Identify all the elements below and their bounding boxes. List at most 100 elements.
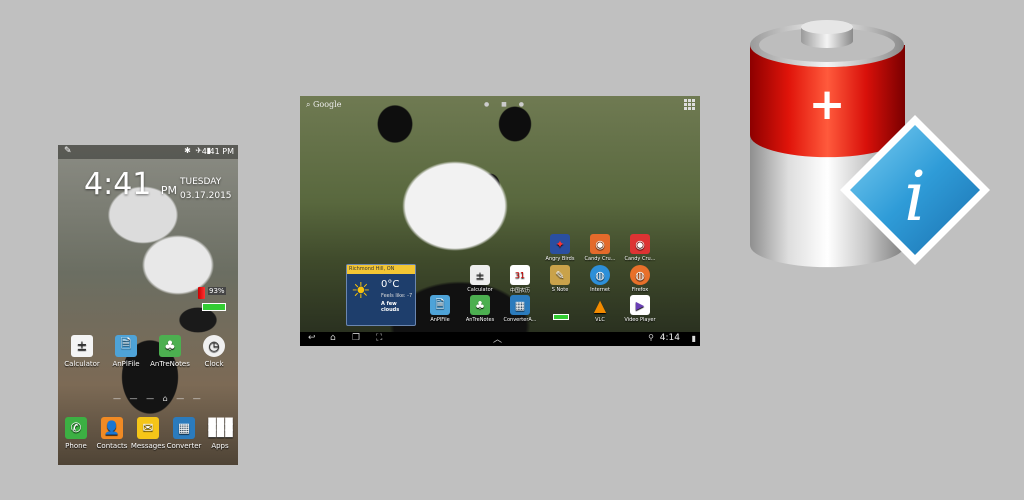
phone-icon: ✆: [65, 417, 87, 439]
tablet-app-candy-crush[interactable]: ◉ Candy Cru...: [580, 234, 620, 262]
wifi-battery-icon: ▮: [691, 334, 696, 343]
app-label: VLC: [595, 317, 605, 323]
tablet-app-calendar[interactable]: 31 中国农历: [500, 265, 540, 294]
messages-icon: ✉: [137, 417, 159, 439]
app-label: Candy Cru...: [584, 256, 616, 262]
info-letter: i: [904, 158, 926, 237]
app-label: Messages: [130, 442, 166, 450]
battery-widget[interactable]: 93%: [198, 285, 228, 311]
phone-date-widget: TUESDAY 03.17.2015: [180, 175, 232, 203]
s-note-icon: ✎: [550, 265, 570, 285]
apps-grid-icon: ■■■ ■■■ ■■■: [207, 416, 233, 439]
app-label: Apps: [211, 442, 229, 450]
phone-day: TUESDAY: [180, 177, 222, 187]
app-label: 中国农历: [509, 288, 530, 294]
phone-date: 03.17.2015: [180, 191, 232, 201]
sun-cloud-icon: ☀: [351, 279, 371, 304]
home-icon[interactable]: ⌂: [330, 333, 336, 343]
weather-temp: 0°C: [381, 279, 400, 290]
tablet-screenshot: ⌕ Google ● ■ ● Richmond Hill, ON ☀ 0°C F…: [300, 96, 700, 346]
app-label: Video Player: [624, 317, 656, 323]
internet-icon: ◍: [590, 265, 610, 285]
converter-icon: ▦: [510, 295, 530, 315]
tablet-battery-widget-bar: [553, 314, 569, 320]
phone-clock-time: 4:41: [84, 167, 152, 202]
search-icon: ⌕: [306, 100, 311, 109]
phone-status-bar: ✎ ✱ ✈ ▮ 4:41 PM: [58, 145, 238, 159]
phone-app-anplfile[interactable]: 🗎 AnPlFile: [104, 335, 148, 368]
app-label: Angry Birds: [545, 256, 575, 262]
anplfile-icon: 🗎: [430, 295, 450, 315]
weather-feels-like: Feels like: -7: [381, 293, 413, 299]
battery-widget-percent: 93%: [208, 287, 226, 295]
google-search-bar[interactable]: ⌕ Google: [306, 100, 341, 110]
battery-cell-icon: [198, 287, 205, 299]
tablet-time: 4:14: [659, 333, 680, 343]
calculator-icon: ±: [71, 335, 93, 357]
tablet-app-converter[interactable]: ▦ ConverterA...: [500, 295, 540, 323]
battery-level-bar: [202, 303, 226, 311]
phone-app-apps[interactable]: ■■■ ■■■ ■■■ Apps: [198, 416, 238, 451]
angry-birds-icon: ✦: [550, 234, 570, 254]
plus-symbol: +: [809, 79, 846, 130]
tablet-app-video-player[interactable]: ▶ Video Player: [620, 295, 660, 323]
app-label: AnPlFile: [112, 360, 140, 368]
weather-condition: A few clouds: [381, 301, 400, 313]
calculator-icon: ±: [470, 265, 490, 285]
recent-apps-icon[interactable]: ❐: [352, 333, 360, 343]
pencil-icon: ✎: [64, 146, 72, 156]
app-label: Contacts: [96, 442, 128, 450]
tablet-app-antrenotes[interactable]: ♣ AnTreNotes: [460, 295, 500, 323]
tablet-app-s-note[interactable]: ✎ S Note: [540, 265, 580, 293]
app-label: Converter: [166, 442, 202, 450]
app-label: AnTreNotes: [150, 360, 190, 368]
calendar-icon: 31: [510, 265, 530, 285]
tablet-page-indicator: ● ■ ●: [484, 101, 529, 108]
antrenotes-icon: ♣: [159, 335, 181, 357]
tablet-app-angry-birds[interactable]: ✦ Angry Birds: [540, 234, 580, 262]
clock-icon: ◷: [203, 335, 225, 357]
screenshot-icon[interactable]: ⛶: [376, 333, 382, 343]
converter-icon: ▦: [173, 417, 195, 439]
usb-icon: ⚲: [648, 333, 654, 342]
tablet-app-vlc[interactable]: ▲ VLC: [580, 295, 620, 324]
phone-screenshot: ✎ ✱ ✈ ▮ 4:41 PM 4:41 PM TUESDAY 03.17.20…: [58, 145, 238, 465]
app-label: Candy Cru...: [624, 256, 656, 262]
vlc-icon: ▲: [593, 295, 607, 315]
app-label: S Note: [551, 287, 569, 293]
phone-status-time: 4:41 PM: [201, 147, 234, 156]
weather-widget[interactable]: Richmond Hill, ON ☀ 0°C Feels like: -7 A…: [346, 264, 416, 326]
tablet-app-internet[interactable]: ◍ Internet: [580, 265, 620, 293]
battery-info-logo: + i: [750, 20, 990, 268]
tablet-app-firefox[interactable]: ◍ Firefox: [620, 265, 660, 293]
phone-clock-ampm: PM: [160, 184, 178, 197]
app-label: Internet: [590, 287, 610, 293]
phone-app-calculator[interactable]: ± Calculator: [60, 335, 104, 368]
phone-app-antrenotes[interactable]: ♣ AnTreNotes: [148, 335, 192, 368]
anplfile-icon: 🗎: [115, 335, 137, 357]
firefox-icon: ◍: [630, 265, 650, 285]
tablet-app-anplfile[interactable]: 🗎 AnPlFile: [420, 295, 460, 323]
weather-location: Richmond Hill, ON: [347, 265, 415, 274]
tablet-app-candy-crush-soda[interactable]: ◉ Candy Cru...: [620, 234, 660, 262]
chevron-up-icon[interactable]: ︿: [493, 332, 502, 345]
home-page-indicator: — — — ⌂ — —: [113, 394, 204, 403]
video-player-icon: ▶: [630, 295, 650, 315]
app-label: Phone: [65, 442, 87, 450]
app-label: AnPlFile: [430, 317, 450, 323]
app-label: Calculator: [64, 360, 100, 368]
app-label: Firefox: [631, 287, 649, 293]
app-label: ConverterA...: [503, 317, 537, 323]
app-label: AnTreNotes: [465, 317, 495, 323]
phone-app-clock[interactable]: ◷ Clock: [192, 335, 236, 368]
contacts-icon: 👤: [101, 417, 123, 439]
antrenotes-icon: ♣: [470, 295, 490, 315]
app-label: Calculator: [467, 287, 493, 293]
app-drawer-icon[interactable]: [684, 99, 696, 111]
candy-crush-soda-icon: ◉: [630, 234, 650, 254]
tablet-navigation-bar: ↩ ⌂ ❐ ⛶ ︿ ⚲ 4:14 ▮: [300, 332, 700, 346]
phone-clock-widget[interactable]: 4:41 PM: [84, 167, 177, 202]
back-icon[interactable]: ↩: [308, 333, 316, 343]
candy-crush-icon: ◉: [590, 234, 610, 254]
tablet-app-calculator[interactable]: ± Calculator: [460, 265, 500, 293]
